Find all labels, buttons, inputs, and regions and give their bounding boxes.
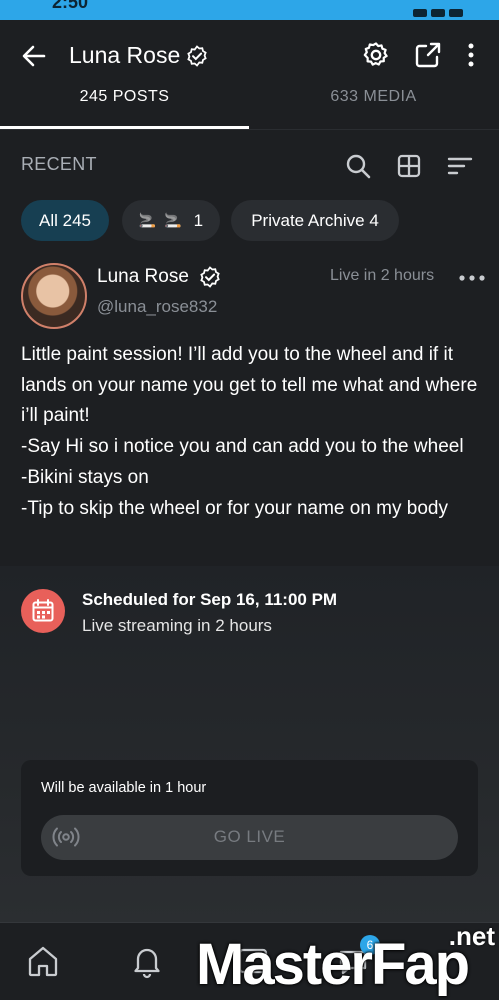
stream-panel: Scheduled for Sep 16, 11:00 PM Live stre… xyxy=(0,566,499,922)
home-icon[interactable] xyxy=(25,943,61,979)
verified-icon xyxy=(187,45,207,67)
cigarette-icon: 🚬 🚬 xyxy=(138,212,184,228)
status-bar: 2:50 xyxy=(0,0,499,20)
calendar-icon xyxy=(21,589,65,633)
chip-private-archive[interactable]: Private Archive 4 xyxy=(231,200,399,241)
share-icon[interactable] xyxy=(413,40,443,70)
post-line: -Tip to skip the wheel or for your name … xyxy=(21,497,448,519)
sort-filter-icon[interactable] xyxy=(446,152,474,180)
chip-label: All 245 xyxy=(39,210,91,230)
more-vertical-icon[interactable] xyxy=(456,40,486,70)
watermark-logo: MasterFap .net xyxy=(196,921,499,1000)
tab-posts[interactable]: 245 POSTS xyxy=(0,88,249,106)
post-body: Little paint session! I’ll add you to th… xyxy=(21,340,487,524)
post-line: Little paint session! I’ll add you to th… xyxy=(21,344,478,427)
filter-row: RECENT xyxy=(0,140,499,192)
content-tabs: 245 POSTS 633 MEDIA xyxy=(0,88,499,130)
watermark-suffix: .net xyxy=(448,921,495,951)
chip-all[interactable]: All 245 xyxy=(21,200,109,241)
avatar[interactable] xyxy=(21,263,87,329)
go-live-button[interactable]: GO LIVE xyxy=(41,815,458,860)
grid-view-icon[interactable] xyxy=(395,152,423,180)
search-icon[interactable] xyxy=(344,152,372,180)
schedule-title: Scheduled for Sep 16, 11:00 PM xyxy=(82,590,338,609)
page-title: Luna Rose xyxy=(69,42,181,68)
post-line: -Say Hi so i notice you and can add you … xyxy=(21,436,464,458)
back-arrow-icon[interactable] xyxy=(20,42,48,70)
post-header: Luna Rose @luna_rose832 Live in 2 hours xyxy=(0,256,499,332)
go-live-label: GO LIVE xyxy=(213,827,286,846)
active-tab-indicator xyxy=(0,126,249,129)
post-author-name[interactable]: Luna Rose xyxy=(97,266,189,288)
status-time: 2:50 xyxy=(52,0,89,12)
system-icons xyxy=(409,4,469,17)
app-bar: Luna Rose xyxy=(0,20,499,90)
watermark-text: MasterFap xyxy=(196,932,470,997)
availability-text: Will be available in 1 hour xyxy=(41,780,207,796)
go-live-card: Will be available in 1 hour GO LIVE xyxy=(21,760,478,876)
verified-icon xyxy=(200,266,220,288)
tab-media[interactable]: 633 MEDIA xyxy=(249,88,498,106)
chip-label: Private Archive 4 xyxy=(251,210,379,230)
chip-label: 1 xyxy=(193,210,204,230)
post-author-handle[interactable]: @luna_rose832 xyxy=(97,297,217,317)
post-time: Live in 2 hours xyxy=(330,267,435,284)
chip-smoke[interactable]: 🚬 🚬 1 xyxy=(122,200,220,241)
sort-label: RECENT xyxy=(21,154,97,174)
schedule-subtitle: Live streaming in 2 hours xyxy=(82,616,272,635)
post-line: -Bikini stays on xyxy=(21,466,149,488)
notifications-bell-icon[interactable] xyxy=(129,943,165,979)
settings-gear-icon[interactable] xyxy=(361,40,391,70)
more-horizontal-icon[interactable] xyxy=(458,268,486,288)
